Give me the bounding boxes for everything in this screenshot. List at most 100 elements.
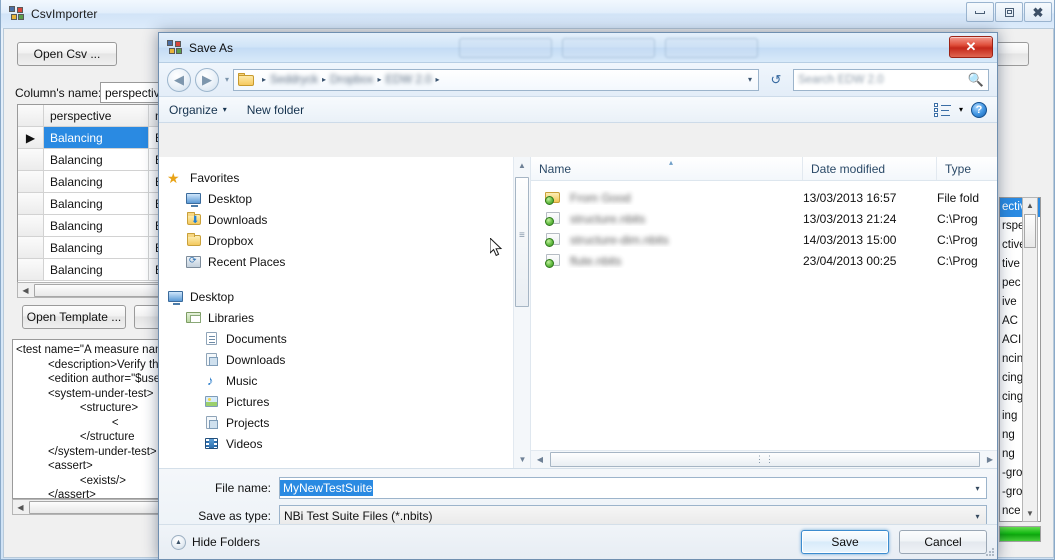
file-name-text: flute.nbits xyxy=(570,253,622,268)
nav-item-label: Favorites xyxy=(190,170,240,185)
preview-list-scroll-thumb[interactable] xyxy=(1024,214,1036,248)
cell-perspective[interactable]: Balancing xyxy=(44,171,149,193)
address-dropdown-icon[interactable]: ▾ xyxy=(748,75,756,84)
cell-perspective[interactable]: Balancing xyxy=(44,237,149,259)
nav-item-label: Projects xyxy=(226,415,270,430)
file-name-cell[interactable]: structure-dim.nbits xyxy=(531,232,803,247)
hide-folders-label: Hide Folders xyxy=(192,535,261,549)
file-name-cell[interactable]: structure.nbits xyxy=(531,211,803,226)
file-row[interactable]: structure-dim.nbits 14/03/2013 15:00 C:\Pr… xyxy=(531,229,997,250)
column-header-type[interactable]: Type xyxy=(937,157,997,180)
downloads-library-icon xyxy=(203,352,221,368)
breadcrumb-item-0[interactable]: Seddryck xyxy=(270,74,318,86)
nav-item-desktop[interactable]: Desktop xyxy=(167,188,530,209)
file-row[interactable]: From Good 13/03/2013 16:57 File fold xyxy=(531,187,997,208)
save-as-type-chevron-down-icon[interactable]: ▾ xyxy=(969,506,986,526)
column-header-name[interactable]: Name xyxy=(531,157,803,180)
search-input[interactable]: Search EDW 2.0 xyxy=(798,74,968,86)
nav-group-desktop[interactable]: Desktop xyxy=(167,286,530,307)
preview-list-vscrollbar[interactable]: ▲ ▼ xyxy=(1022,197,1038,522)
cell-perspective[interactable]: Balancing xyxy=(44,149,149,171)
maximize-button[interactable] xyxy=(995,2,1023,22)
nav-group-favorites[interactable]: ★ Favorites xyxy=(167,167,530,188)
navpane-scroll-thumb[interactable] xyxy=(515,177,529,307)
resize-grip[interactable] xyxy=(986,547,996,557)
file-name-text: structure.nbits xyxy=(570,211,646,226)
nav-item-recent-places[interactable]: Recent Places xyxy=(167,251,530,272)
nav-item-music[interactable]: ♪ Music xyxy=(167,370,530,391)
help-icon[interactable]: ? xyxy=(971,101,987,118)
file-name-text: From Good xyxy=(570,190,631,205)
file-row[interactable]: flute.nbits 23/04/2013 00:25 C:\Prog xyxy=(531,250,997,271)
navpane-scroll-down-icon[interactable]: ▼ xyxy=(514,451,530,468)
nav-item-libraries[interactable]: Libraries xyxy=(167,307,530,328)
row-marker: ▶ xyxy=(18,127,44,149)
dialog-body: ★ Favorites Desktop ⬇ Downloads Dropbox Recent… xyxy=(159,157,997,468)
navigation-pane[interactable]: ★ Favorites Desktop ⬇ Downloads Dropbox Recent… xyxy=(159,157,531,468)
organize-menu[interactable]: Organize ▾ xyxy=(159,103,237,117)
file-name-cell[interactable]: From Good xyxy=(531,190,803,205)
document-icon xyxy=(203,331,221,347)
back-arrow-icon[interactable]: ◀ xyxy=(167,67,191,92)
file-name-chevron-down-icon[interactable]: ▾ xyxy=(969,478,986,498)
dialog-close-button[interactable]: ✕ xyxy=(949,36,993,58)
close-button[interactable]: ✖ xyxy=(1024,2,1052,22)
cell-perspective[interactable]: Balancing xyxy=(44,215,149,237)
search-icon: 🔍 xyxy=(967,71,984,87)
dialog-title: Save As xyxy=(189,40,234,55)
ghost-generate-button xyxy=(459,38,552,58)
nav-item-label: Downloads xyxy=(226,352,286,367)
open-template-button[interactable]: Open Template ... xyxy=(22,305,126,329)
view-chevron-down-icon[interactable]: ▾ xyxy=(959,105,963,114)
monitor-icon xyxy=(185,191,203,207)
navpane-scroll-up-icon[interactable]: ▲ xyxy=(514,157,530,174)
nav-item-downloads[interactable]: ⬇ Downloads xyxy=(167,209,530,230)
nav-item-projects[interactable]: Projects xyxy=(167,412,530,433)
grid-hscroll-left-icon[interactable]: ◀ xyxy=(18,283,33,297)
file-row[interactable]: structure.nbits 13/03/2013 21:24 C:\Prog xyxy=(531,208,997,229)
file-name-cell[interactable]: flute.nbits xyxy=(531,253,803,268)
save-button[interactable]: Save xyxy=(801,530,889,554)
file-hscroll-left-icon[interactable]: ◀ xyxy=(532,455,548,464)
file-name-input[interactable]: MyNewTestSuite xyxy=(280,480,374,496)
preview-list-scroll-down-icon[interactable]: ▼ xyxy=(1023,506,1037,521)
breadcrumb-item-2[interactable]: EDW 2.0 xyxy=(385,74,431,86)
cell-perspective[interactable]: Balancing xyxy=(44,259,149,281)
forward-arrow-icon[interactable]: ▶ xyxy=(195,67,219,92)
cell-perspective[interactable]: Balancing xyxy=(44,127,149,149)
file-hscroll-right-icon[interactable]: ▶ xyxy=(982,455,997,464)
view-layout-icon[interactable] xyxy=(933,103,951,117)
file-list-pane[interactable]: Name Date modified Type ▴ From Good 13/03… xyxy=(531,157,997,468)
search-box[interactable]: Search EDW 2.0 🔍 xyxy=(793,68,989,91)
history-dropdown-icon[interactable]: ▾ xyxy=(225,75,229,84)
grid-header-perspective[interactable]: perspective xyxy=(44,105,149,127)
nav-item-downloads[interactable]: Downloads xyxy=(167,349,530,370)
column-header-date-modified[interactable]: Date modified xyxy=(803,157,937,180)
nav-item-label: Desktop xyxy=(208,191,253,206)
nav-item-pictures[interactable]: Pictures xyxy=(167,391,530,412)
nav-item-label: Recent Places xyxy=(208,254,286,269)
minimize-button[interactable] xyxy=(966,2,994,22)
address-folder-icon xyxy=(238,72,255,87)
row-marker xyxy=(18,193,44,215)
preview-list-scroll-up-icon[interactable]: ▲ xyxy=(1023,198,1037,213)
xml-hscroll-left-icon[interactable]: ◀ xyxy=(13,500,28,514)
cell-perspective[interactable]: Balancing xyxy=(44,193,149,215)
address-bar[interactable]: ▸ Seddryck ▸ Dropbox ▸ EDW 2.0 ▸ ▾ xyxy=(233,68,759,91)
nav-item-videos[interactable]: Videos xyxy=(167,433,530,454)
file-hscroll-thumb[interactable]: ⋮⋮ xyxy=(550,452,980,467)
refresh-icon[interactable]: ↺ xyxy=(765,69,787,91)
open-csv-button[interactable]: Open Csv ... xyxy=(17,42,117,66)
file-name-combo[interactable]: MyNewTestSuite ▾ xyxy=(279,477,987,499)
nav-item-dropbox[interactable]: Dropbox xyxy=(167,230,530,251)
nav-item-documents[interactable]: Documents xyxy=(167,328,530,349)
file-list-hscrollbar[interactable]: ◀ ⋮⋮ ▶ xyxy=(531,450,997,468)
row-marker xyxy=(18,215,44,237)
breadcrumb-item-1[interactable]: Dropbox xyxy=(330,74,373,86)
dialog-navbar: ◀ ▶ ▾ ▸ Seddryck ▸ Dropbox ▸ EDW 2.0 ▸ ▾… xyxy=(159,63,997,97)
hide-folders-button[interactable]: ▲ Hide Folders xyxy=(171,534,261,550)
organize-label: Organize xyxy=(169,102,218,117)
navpane-vscrollbar[interactable]: ▲ ▼ xyxy=(513,157,530,468)
cancel-button[interactable]: Cancel xyxy=(899,530,987,554)
new-folder-button[interactable]: New folder xyxy=(237,103,314,117)
